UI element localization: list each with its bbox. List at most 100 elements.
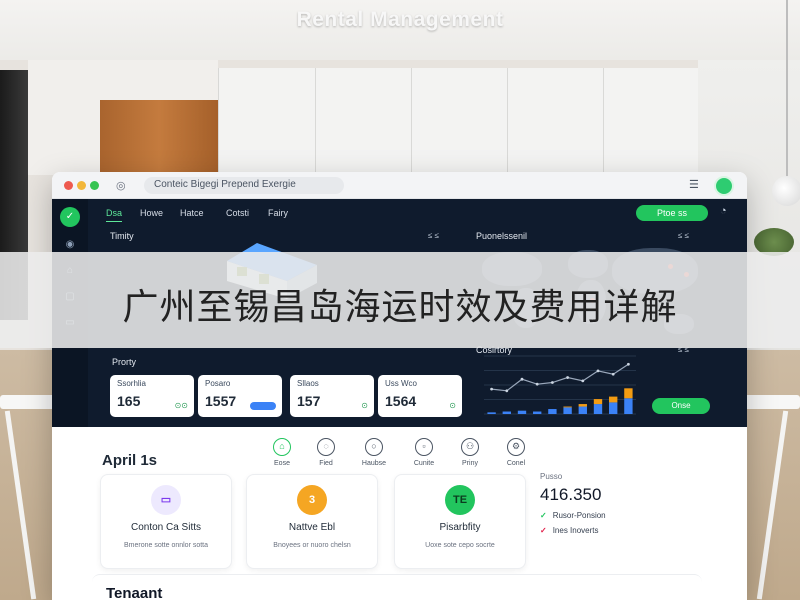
page-title: Rental Management <box>296 8 504 31</box>
toolbar-label: Haubse <box>361 460 387 467</box>
chart-point <box>566 376 569 379</box>
combo-chart <box>484 355 636 415</box>
stat-value: 1564 <box>385 393 417 409</box>
chart-bar-segment <box>593 399 603 405</box>
chart-point <box>581 379 585 383</box>
notification-icon[interactable]: ◔ <box>720 205 727 217</box>
banner-text: 广州至锡昌岛海运时效及费用详解 <box>122 287 678 328</box>
stat-indicator-icon: ⊙⊙ <box>174 401 188 410</box>
close-dot-icon[interactable] <box>64 181 73 190</box>
tenant-card: Tenaant <box>92 574 702 600</box>
feature-card[interactable]: TE Pisarbfity Uoxe sote cepo socrte <box>394 474 526 569</box>
toolbar-item-priny[interactable]: ⚇ Priny <box>448 438 492 467</box>
feature-subtitle: Bnoyees or nuoro chelsn <box>273 542 351 549</box>
chart-bar <box>593 404 603 414</box>
chart-bar <box>548 409 557 414</box>
toolbar-label: Cunite <box>413 460 435 467</box>
chart-bar-segment <box>563 406 572 408</box>
map-title: Puonelssenil <box>476 231 528 241</box>
toolbar-item-eose[interactable]: ⌂ Eose <box>260 438 304 467</box>
chart-bar <box>517 410 527 414</box>
toolbar-item-cunite[interactable]: ▫ Cunite <box>402 438 446 467</box>
feature-title: Pisarbfity <box>439 522 481 533</box>
stat-label: Posaro <box>205 379 231 388</box>
minimize-dot-icon[interactable] <box>77 181 86 190</box>
settings-icon: ⚙ <box>507 438 525 456</box>
stat-value: 157 <box>297 393 321 409</box>
check-icon: ✓ <box>540 511 547 520</box>
stat-indicator-icon: ⊙ <box>361 401 368 410</box>
toolbar-item-fied[interactable]: ◌ Fied <box>304 438 348 467</box>
stat-label: Sllaos <box>297 379 319 388</box>
nav-item-dsa[interactable]: Dsa <box>106 208 123 222</box>
summary-item-label: Rusor-Ponsion <box>552 511 606 520</box>
summary-panel: Pusso 416.350 ✓ Rusor-Ponsion ✓ Ines Inove… <box>540 472 690 568</box>
nav-item-cotsti[interactable]: Cotsti <box>226 208 249 222</box>
primary-action-button[interactable]: Ptoe ss <box>636 205 708 221</box>
pendant-lamp <box>772 176 800 206</box>
badge-icon: TE <box>445 485 475 515</box>
summary-item-label: Ines Inoverts <box>552 526 599 535</box>
people-icon: ⚇ <box>461 438 479 456</box>
chart-action-button[interactable]: Onse <box>652 398 710 414</box>
bubble-icon: ○ <box>365 438 383 456</box>
map-meta: ≤ ≤ <box>678 231 690 240</box>
nav-item-fairy[interactable]: Fairy <box>268 208 288 222</box>
feature-title: Nattve Ebl <box>288 522 336 533</box>
menu-icon[interactable]: ☰ <box>689 178 699 191</box>
toolbar-item-conel[interactable]: ⚙ Conel <box>494 438 538 467</box>
logo-icon[interactable]: ✓ <box>60 207 80 227</box>
chart-point <box>611 372 615 376</box>
chat-icon: ◌ <box>317 438 335 456</box>
panel-title: Timity <box>110 231 134 241</box>
wood-panel <box>100 100 218 175</box>
chart-bar <box>502 411 511 414</box>
feature-subtitle: Uoxe sote cepo socrte <box>425 542 495 549</box>
stat-card[interactable]: Posaro 1557 <box>198 375 282 417</box>
stat-label: Uss Wco <box>385 379 417 388</box>
wallet-icon: 3 <box>297 485 327 515</box>
summary-item: ✓ Ines Inoverts <box>540 526 690 535</box>
stat-label: Ssorhlia <box>117 379 146 388</box>
feature-card[interactable]: 3 Nattve Ebl Bnoyees or nuoro chelsn <box>246 474 378 569</box>
stat-card[interactable]: Ssorhlia 165 ⊙⊙ <box>110 375 194 417</box>
chart-point <box>490 387 493 391</box>
chart-point <box>505 389 509 393</box>
chart-point <box>535 382 539 386</box>
summary-item: ✓ Rusor-Ponsion <box>540 511 690 520</box>
chart-point <box>596 369 600 373</box>
feature-title: Conton Ca Sitts <box>130 522 202 533</box>
chart-point <box>551 381 554 384</box>
stat-card[interactable]: Uss Wco 1564 ⊙ <box>378 375 462 417</box>
app-window: ◎ Conteic Bigegi Prepend Exergie ☰ ✓ ◉ ⌂… <box>52 172 747 600</box>
feature-card[interactable]: ▭ Conton Ca Sitts Bmerone sotte onnlor s… <box>100 474 232 569</box>
stat-pill <box>250 402 276 410</box>
stat-card[interactable]: Sllaos 157 ⊙ <box>290 375 374 417</box>
title-banner: 广州至锡昌岛海运时效及费用详解 <box>0 252 800 348</box>
address-bar[interactable]: Conteic Bigegi Prepend Exergie <box>144 177 344 194</box>
nav-item-howe[interactable]: Howe <box>140 208 163 222</box>
window-titlebar: ◎ Conteic Bigegi Prepend Exergie ☰ <box>52 172 747 199</box>
properties-title: Prorty <box>112 357 137 367</box>
maximize-dot-icon[interactable] <box>90 181 99 190</box>
chart-bar-segment <box>578 404 587 407</box>
chart-bar <box>487 412 496 414</box>
kitchen-cabinets <box>218 68 698 173</box>
chart-bar <box>624 398 633 414</box>
chart-bar <box>578 406 587 414</box>
toolbar-item-haubse[interactable]: ○ Haubse <box>352 438 396 467</box>
toolbar-label: Eose <box>274 460 290 467</box>
chart-point <box>520 377 524 381</box>
chart-bar <box>533 411 542 414</box>
feature-subtitle: Bmerone sotte onnlor sotta <box>123 542 209 549</box>
avatar[interactable] <box>714 176 734 196</box>
chart-bar-segment <box>609 396 618 403</box>
calendar-icon: ▫ <box>415 438 433 456</box>
toolbar-label: Priny <box>462 460 478 467</box>
nav-item-hatce[interactable]: Hatce <box>180 208 204 222</box>
section-title: April 1s <box>102 452 158 469</box>
panel-meta: ≤ ≤ <box>428 231 440 240</box>
summary-value: 416.350 <box>540 485 602 504</box>
chart-line <box>491 363 629 392</box>
chart-bar-segment <box>624 388 633 399</box>
